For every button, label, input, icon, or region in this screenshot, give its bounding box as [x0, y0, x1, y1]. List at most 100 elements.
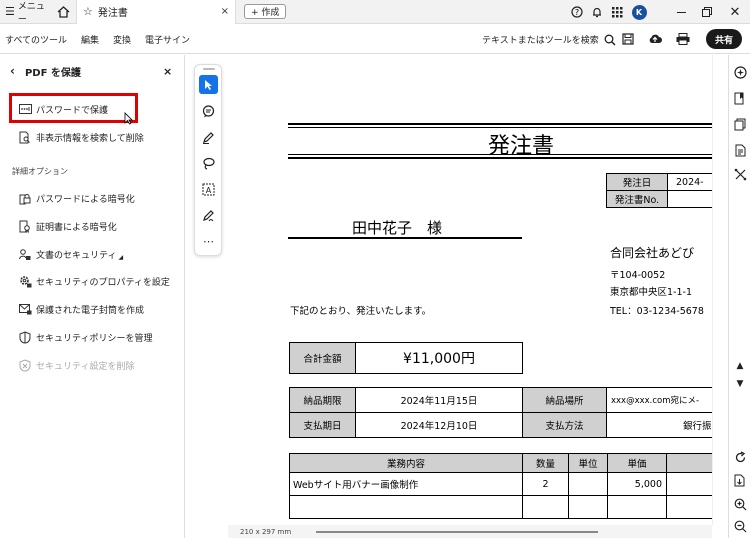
mouse-cursor-icon	[124, 112, 133, 125]
rotate-icon[interactable]	[733, 450, 747, 464]
empty-row-amount	[666, 495, 712, 519]
print-icon[interactable]	[676, 33, 690, 45]
bell-icon[interactable]	[586, 0, 608, 24]
tab-title: 発注書	[97, 8, 128, 19]
horizontal-scrollbar[interactable]	[316, 531, 598, 533]
tool-secure-envelope[interactable]: 保護された電子封筒を作成	[18, 299, 144, 319]
share-button[interactable]: 共有	[706, 29, 742, 49]
menu-edit[interactable]: 編集	[74, 33, 106, 46]
page-down-icon[interactable]: ▼	[733, 377, 747, 391]
tool-doc-security[interactable]: 文書のセキュリティ ◢	[18, 244, 123, 264]
menu-convert[interactable]: 変換	[106, 33, 138, 46]
right-rail: ▲ ▼	[728, 55, 750, 538]
tool-redact-search[interactable]: 非表示情報を検索して削除	[18, 127, 144, 147]
title-rule-top	[288, 123, 712, 125]
address: 東京都中央区1-1-1	[610, 287, 692, 298]
shield-remove-icon	[18, 358, 32, 372]
row-desc: Webサイト用バナー画像制作	[289, 472, 523, 496]
star-icon[interactable]: ☆	[83, 5, 93, 18]
tool-label: 保護された電子封筒を作成	[36, 305, 145, 316]
tool-label: パスワードによる暗号化	[36, 194, 135, 205]
new-tab-button[interactable]: + 作成	[244, 4, 287, 19]
zoom-out-icon[interactable]	[733, 519, 747, 533]
title-rule-bottom2	[288, 157, 712, 159]
search-icon	[604, 34, 616, 46]
empty-row-qty	[522, 495, 569, 519]
empty-row-desc	[289, 495, 523, 519]
tool-password-encrypt[interactable]: パスワードによる暗号化	[18, 188, 135, 208]
close-window-icon[interactable]: ✕	[724, 0, 746, 24]
document-page: 発注書 発注日 2024- 発注書No. 1 田中花子 様 合同会社あどび 〒1…	[228, 55, 712, 525]
comment-icon[interactable]	[199, 102, 218, 121]
doc-search-icon	[18, 130, 32, 144]
compare-icon[interactable]	[733, 167, 747, 181]
total-value: ¥11,000円	[355, 342, 523, 374]
search-tools[interactable]: テキストまたはツールを検索	[482, 33, 616, 46]
main-toolbar: すべてのツール 編集 変換 電子サイン テキストまたはツールを検索 共有	[0, 25, 750, 54]
menu-all-tools[interactable]: すべてのツール	[0, 33, 74, 46]
tool-label: 文書のセキュリティ	[36, 250, 117, 261]
page-size-label: 210 x 297 mm	[240, 527, 292, 536]
apps-grid-icon[interactable]	[606, 0, 628, 24]
table-header-desc: 業務内容	[289, 453, 523, 473]
select-tool-icon[interactable]	[199, 75, 218, 94]
tool-label: 証明書による暗号化	[36, 222, 117, 233]
text-select-icon[interactable]: A	[199, 180, 218, 199]
home-icon	[57, 5, 69, 18]
postal-code: 〒104-0052	[610, 270, 666, 281]
ai-assistant-icon[interactable]	[733, 65, 747, 79]
back-arrow-icon[interactable]: ‹	[10, 64, 15, 78]
order-date-label: 発注日	[606, 173, 668, 191]
row-amount	[666, 472, 712, 496]
panel-close-icon[interactable]: ×	[163, 65, 172, 78]
shield-icon	[18, 330, 32, 344]
tool-security-properties[interactable]: セキュリティのプロパティを設定	[18, 271, 170, 291]
drag-handle[interactable]	[203, 68, 215, 70]
panel-header: ‹ PDF を保護 ×	[0, 55, 184, 87]
help-icon[interactable]: ?	[566, 0, 588, 24]
document-icon[interactable]	[733, 143, 747, 157]
avatar[interactable]: K	[628, 0, 650, 24]
save-icon[interactable]	[622, 33, 634, 45]
menu-esign[interactable]: 電子サイン	[138, 33, 197, 46]
restore-icon[interactable]	[696, 0, 718, 24]
section-label: 詳細オプション	[12, 167, 68, 176]
company-name: 合同会社あどび	[610, 246, 695, 260]
menu-button[interactable]: ☰ メニュー	[0, 0, 50, 25]
pay-method-label: 支払方法	[522, 412, 607, 438]
tool-label: セキュリティポリシーを管理	[36, 333, 153, 344]
svg-text:A: A	[206, 186, 212, 195]
row-qty: 2	[522, 472, 569, 496]
order-no-value: 1	[667, 190, 712, 208]
page-up-icon[interactable]: ▲	[733, 359, 747, 373]
sign-icon[interactable]	[199, 206, 218, 225]
envelope-icon	[18, 302, 32, 316]
tel: TEL：03-1234-5678	[610, 306, 704, 317]
document-title: 発注書	[488, 134, 555, 159]
vertical-scroll-area[interactable]	[712, 55, 726, 525]
recipient-underline	[288, 237, 522, 239]
intro-text: 下記のとおり、発注いたします。	[290, 306, 432, 317]
table-header-price: 単価	[607, 453, 667, 473]
more-icon[interactable]: ⋯	[199, 232, 218, 251]
home-button[interactable]	[50, 0, 76, 24]
pen-icon[interactable]	[199, 128, 218, 147]
download-doc-icon[interactable]	[733, 473, 747, 487]
lasso-icon[interactable]	[199, 154, 218, 173]
zoom-in-icon[interactable]	[733, 497, 747, 511]
bookmark-icon[interactable]	[733, 91, 747, 105]
tool-security-policy[interactable]: セキュリティポリシーを管理	[18, 327, 152, 347]
pages-icon[interactable]	[733, 117, 747, 131]
delivery-label: 納品期限	[289, 387, 356, 413]
tab-document[interactable]: ☆ 発注書 ×	[76, 0, 236, 24]
tab-close-icon[interactable]: ×	[221, 6, 229, 17]
upload-cloud-icon[interactable]	[648, 33, 662, 45]
total-label: 合計金額	[289, 342, 356, 374]
minimize-icon[interactable]	[670, 0, 692, 24]
document-canvas[interactable]: 発注書 発注日 2024- 発注書No. 1 田中花子 様 合同会社あどび 〒1…	[228, 55, 712, 525]
tool-cert-encrypt[interactable]: 証明書による暗号化	[18, 216, 117, 236]
pay-method-value: 銀行振込	[606, 412, 712, 438]
menu-label: メニュー	[17, 1, 45, 25]
submenu-corner-icon: ◢	[118, 253, 124, 261]
tool-remove-security: セキュリティ設定を削除	[18, 355, 134, 375]
